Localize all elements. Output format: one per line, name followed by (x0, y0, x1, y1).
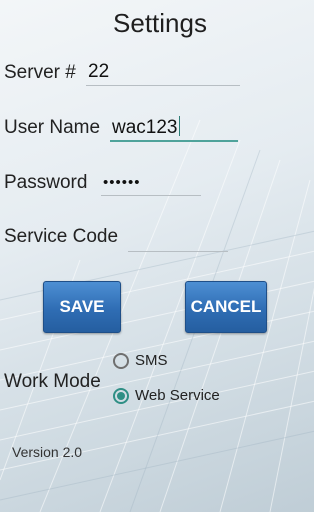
radio-sms-label: SMS (135, 352, 168, 369)
text-cursor (178, 116, 180, 136)
radio-button-web-service[interactable] (113, 387, 129, 404)
radio-sms[interactable]: SMS (113, 352, 168, 369)
server-value: 22 (88, 61, 110, 82)
username-label: User Name (4, 117, 101, 138)
right-edge (314, 0, 320, 512)
username-value: wac123 (112, 117, 178, 138)
password-field[interactable]: •••••• (101, 170, 201, 196)
work-mode-label: Work Mode (4, 371, 101, 392)
server-field[interactable]: 22 (86, 60, 240, 86)
page-title: Settings (113, 8, 207, 38)
save-button[interactable]: SAVE (43, 281, 121, 333)
radio-web-service[interactable]: Web Service (113, 387, 220, 404)
version-text: Version 2.0 (12, 444, 83, 460)
service-code-field[interactable] (128, 226, 228, 252)
server-label: Server # (4, 62, 76, 83)
service-code-label: Service Code (4, 226, 119, 247)
radio-button-sms[interactable] (113, 352, 129, 369)
password-label: Password (4, 172, 88, 193)
password-value: •••••• (103, 174, 141, 191)
username-field[interactable]: wac123 (110, 116, 238, 142)
radio-web-service-label: Web Service (135, 387, 220, 404)
cancel-button[interactable]: CANCEL (185, 281, 267, 333)
settings-screen: Settings Server # 22 User Name wac123 Pa… (0, 0, 320, 512)
